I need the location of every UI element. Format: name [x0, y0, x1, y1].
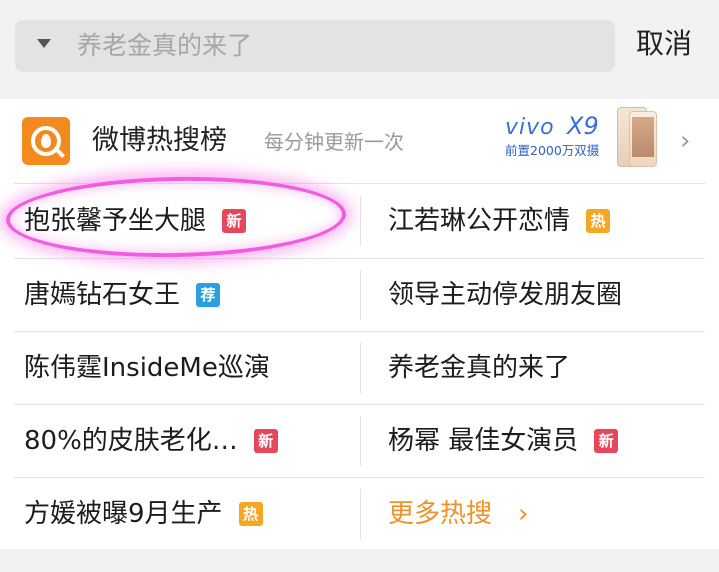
phone-image-icon [617, 105, 661, 171]
divider [360, 270, 361, 320]
board-subtitle: 每分钟更新一次 [264, 130, 404, 154]
hot-item[interactable]: 陈伟霆InsideMe巡演 [24, 338, 270, 398]
ad-caption: 前置2000万双摄 [505, 143, 600, 158]
divider [14, 183, 705, 184]
hot-item[interactable]: 江若琳公开恋情 热 [388, 191, 611, 251]
divider [360, 489, 361, 539]
hot-item[interactable]: 领导主动停发朋友圈 [388, 265, 622, 325]
hot-badge: 热 [586, 209, 611, 233]
divider [14, 331, 705, 332]
hot-search-card: 微博热搜榜 每分钟更新一次 vivo X9 前置2000万双摄 › 抱张馨予坐大… [0, 99, 719, 549]
chevron-right-icon: › [518, 499, 529, 529]
more-hot-searches-label: 更多热搜 [388, 499, 493, 529]
hot-item-text: 领导主动停发朋友圈 [388, 280, 623, 310]
hot-item[interactable]: 方媛被曝9月生产 热 [24, 484, 263, 544]
recommend-badge: 荐 [196, 283, 221, 307]
divider [14, 477, 705, 478]
ad-brand: vivo [505, 115, 555, 140]
hot-item-text: 抱张馨予坐大腿 [24, 206, 207, 236]
hot-item[interactable]: 抱张馨予坐大腿 新 [24, 191, 247, 251]
hot-item-text: 唐嫣钻石女王 [24, 280, 181, 310]
divider [360, 343, 361, 393]
search-query[interactable]: 养老金真的来了 [77, 30, 252, 62]
new-badge: 新 [253, 429, 278, 453]
hot-item-text: 江若琳公开恋情 [388, 206, 571, 236]
hot-item-text: 养老金真的来了 [388, 353, 571, 383]
search-input[interactable]: 养老金真的来了 [15, 20, 615, 72]
hot-item[interactable]: 唐嫣钻石女王 荐 [24, 265, 221, 325]
chevron-right-icon[interactable]: › [680, 127, 690, 155]
cancel-button[interactable]: 取消 [636, 24, 692, 64]
new-badge: 新 [594, 429, 619, 453]
hot-item[interactable]: 杨幂 最佳女演员 新 [388, 411, 619, 471]
ad-banner[interactable]: vivo X9 前置2000万双摄 [505, 105, 675, 175]
hot-item[interactable]: 80%的皮肤老化… 新 [24, 411, 278, 471]
hot-badge: 热 [238, 502, 263, 526]
hot-item-text: 80%的皮肤老化… [24, 426, 238, 456]
hot-item-text: 杨幂 最佳女演员 [388, 426, 579, 456]
dropdown-caret-icon[interactable] [37, 39, 51, 48]
hot-search-logo-icon [22, 117, 70, 165]
board-header[interactable]: 微博热搜榜 每分钟更新一次 vivo X9 前置2000万双摄 › [0, 99, 719, 183]
hot-item[interactable]: 养老金真的来了 [388, 338, 570, 398]
divider [360, 196, 361, 246]
divider [14, 258, 705, 259]
divider [360, 416, 361, 466]
new-badge: 新 [222, 209, 247, 233]
more-hot-searches-link[interactable]: 更多热搜 › [388, 484, 528, 544]
board-title: 微博热搜榜 [92, 125, 227, 156]
hot-item-text: 方媛被曝9月生产 [24, 499, 223, 529]
ad-model: X9 [567, 112, 599, 140]
divider [14, 404, 705, 405]
hot-item-text: 陈伟霆InsideMe巡演 [24, 353, 270, 383]
search-bar: 养老金真的来了 取消 [0, 0, 719, 98]
